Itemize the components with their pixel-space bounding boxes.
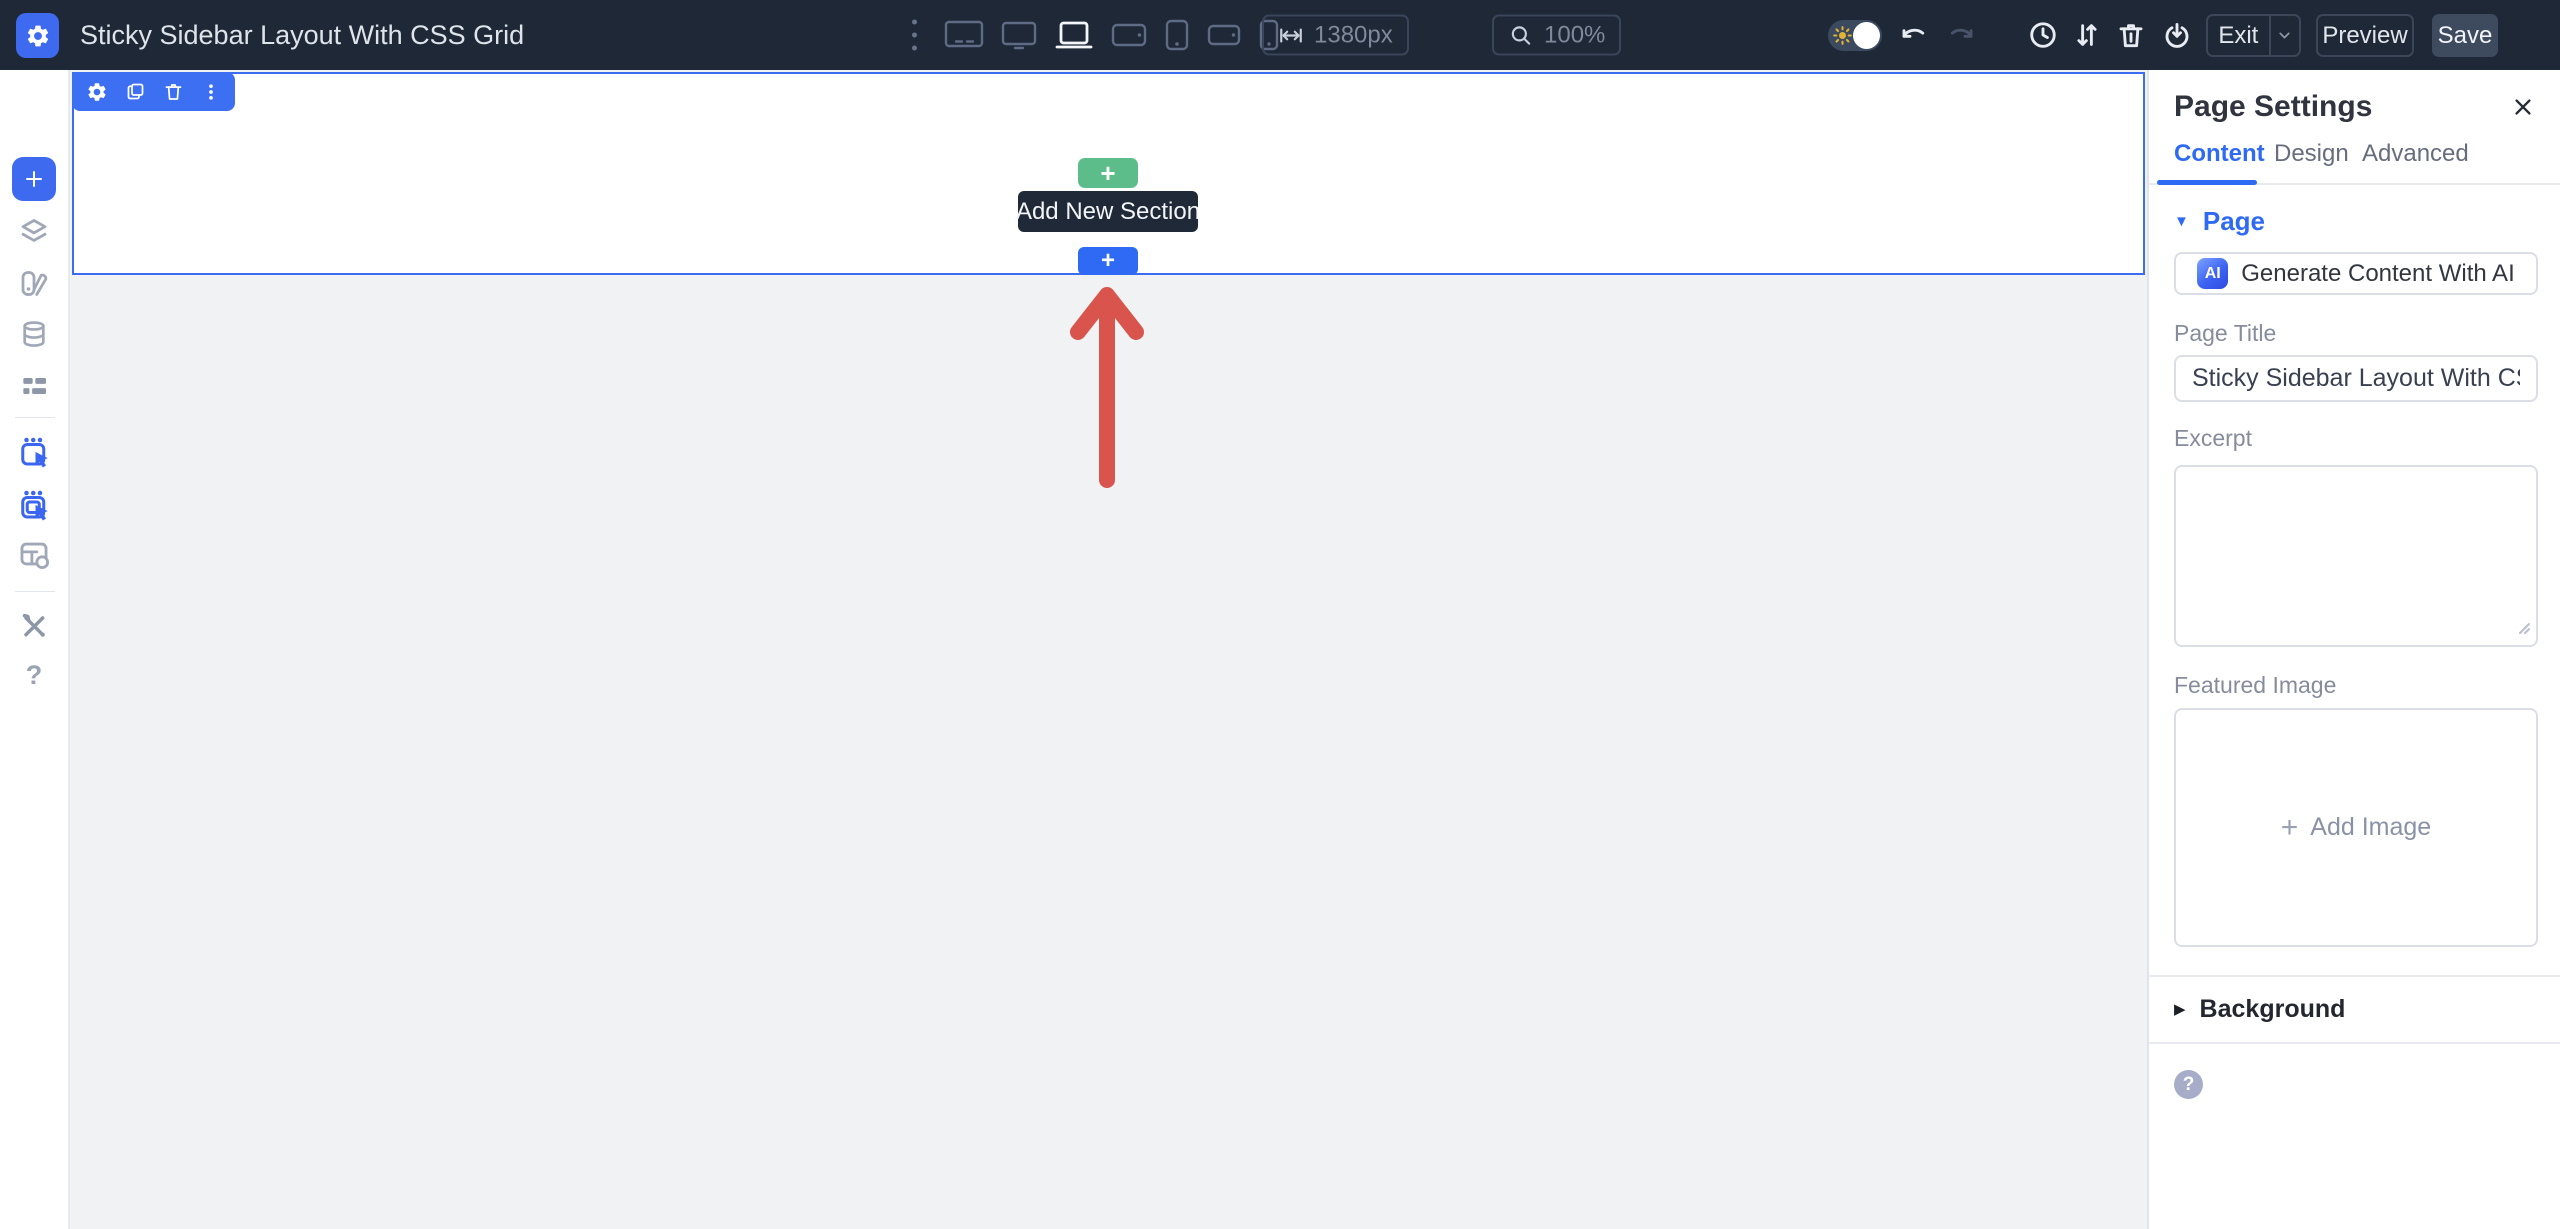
toggle-knob [1853, 22, 1880, 49]
preview-button[interactable]: Preview [2316, 14, 2414, 57]
editor-canvas: + Add New Section + [70, 70, 2147, 1229]
select-element-icon[interactable] [16, 434, 52, 470]
tab-design[interactable]: Design [2274, 140, 2349, 168]
add-element-button[interactable] [12, 157, 56, 201]
tab-content[interactable]: Content [2174, 140, 2265, 168]
active-tab-indicator [2157, 180, 2257, 185]
preview-label: Preview [2322, 22, 2407, 50]
exit-button[interactable]: Exit [2206, 14, 2301, 57]
plus-icon [22, 167, 46, 191]
help-glyph: ? [2183, 1074, 2195, 1096]
laptop-icon[interactable] [1054, 19, 1094, 51]
responsive-device-switcher [944, 19, 1280, 51]
background-section-label: Background [2200, 995, 2346, 1024]
ai-button-label: Generate Content With AI [2241, 260, 2514, 288]
database-icon[interactable] [18, 318, 50, 350]
desktop-icon[interactable] [1001, 19, 1037, 51]
redo-icon[interactable] [1944, 18, 1978, 52]
featured-image-label: Featured Image [2174, 672, 2336, 699]
panel-help-icon[interactable]: ? [2174, 1070, 2203, 1099]
sidebar-divider [15, 591, 55, 592]
canvas-width-input[interactable]: 1380px [1262, 15, 1409, 56]
history-icon[interactable] [2026, 18, 2060, 52]
builder-app: Sticky Sidebar Layout With CSS Grid 1380… [0, 0, 2560, 1229]
tooltip-label: Add New Section [1016, 198, 1200, 226]
add-section-tooltip: Add New Section [1018, 191, 1198, 232]
tablet-landscape-icon[interactable] [1111, 21, 1147, 49]
help-icon[interactable]: ? [26, 660, 43, 691]
width-value: 1380px [1314, 21, 1393, 49]
tablet-portrait-icon[interactable] [1164, 19, 1190, 51]
sidebar-divider [15, 417, 55, 418]
light-mode-toggle[interactable] [1828, 20, 1882, 51]
trash-icon[interactable] [2114, 18, 2148, 52]
save-label: Save [2438, 22, 2493, 50]
phone-landscape-icon[interactable] [1207, 23, 1241, 47]
ai-icon: AI [2197, 258, 2228, 289]
generate-ai-button[interactable]: AI Generate Content With AI [2174, 252, 2538, 295]
tab-advanced[interactable]: Advanced [2362, 140, 2469, 168]
page-title-input[interactable] [2174, 355, 2538, 402]
plus-icon: + [1100, 160, 1115, 186]
add-image-dropzone[interactable]: + Add Image [2174, 708, 2538, 947]
zoom-value: 100% [1544, 21, 1605, 49]
close-icon[interactable] [2508, 92, 2538, 122]
chevron-down-icon[interactable] [2271, 27, 2299, 44]
width-arrows-icon [1278, 22, 1304, 48]
builder-settings-button[interactable] [16, 13, 59, 58]
section-toolbar [72, 72, 235, 111]
sort-icon[interactable] [2070, 18, 2104, 52]
sun-icon [1832, 25, 1853, 51]
layout-library-icon[interactable] [17, 537, 51, 571]
panel-divider [2149, 975, 2560, 977]
help-glyph: ? [26, 660, 43, 691]
insert-section-button[interactable]: + [1078, 247, 1138, 275]
exit-label: Exit [2208, 22, 2269, 50]
zoom-input[interactable]: 100% [1492, 15, 1621, 56]
export-icon[interactable] [2160, 18, 2194, 52]
page-title-label: Page Title [2174, 320, 2276, 347]
resize-grip-icon[interactable] [2517, 621, 2531, 640]
page-section-toggle[interactable]: ▼ Page [2174, 206, 2265, 237]
page-settings-panel: Page Settings Content Design Advanced ▼ … [2147, 70, 2560, 1229]
panel-divider [2149, 1042, 2560, 1044]
toolbar-drag-handle-icon[interactable] [912, 20, 917, 51]
plus-icon: + [1101, 249, 1115, 273]
excerpt-label: Excerpt [2174, 425, 2252, 452]
gear-icon [25, 23, 51, 49]
excerpt-textarea[interactable] [2174, 465, 2538, 647]
add-image-label: Add Image [2310, 813, 2431, 842]
plus-icon: + [2281, 813, 2299, 843]
undo-icon[interactable] [1897, 18, 1931, 52]
trash-icon[interactable] [163, 81, 184, 102]
caret-down-icon: ▼ [2174, 214, 2189, 229]
panel-title: Page Settings [2174, 90, 2372, 124]
kebab-menu-icon[interactable] [201, 82, 221, 102]
gear-icon[interactable] [86, 81, 108, 103]
select-wireframe-icon[interactable] [16, 487, 52, 523]
add-section-button[interactable]: + [1078, 158, 1138, 188]
tools-icon[interactable] [18, 610, 50, 642]
page-section-label: Page [2203, 206, 2265, 237]
structure-icon[interactable] [18, 370, 50, 402]
search-zoom-icon [1508, 22, 1534, 48]
save-button[interactable]: Save [2432, 14, 2498, 57]
left-tool-sidebar: ? [0, 70, 70, 1229]
top-toolbar: Sticky Sidebar Layout With CSS Grid 1380… [0, 0, 2560, 70]
layers-icon[interactable] [18, 215, 51, 248]
duplicate-icon[interactable] [125, 81, 146, 102]
caret-right-icon: ▶ [2174, 1002, 2186, 1017]
background-section-toggle[interactable]: ▶ Background [2174, 995, 2345, 1024]
document-title: Sticky Sidebar Layout With CSS Grid [80, 0, 524, 70]
desktop-large-icon[interactable] [944, 19, 984, 51]
swatches-icon[interactable] [18, 267, 51, 300]
